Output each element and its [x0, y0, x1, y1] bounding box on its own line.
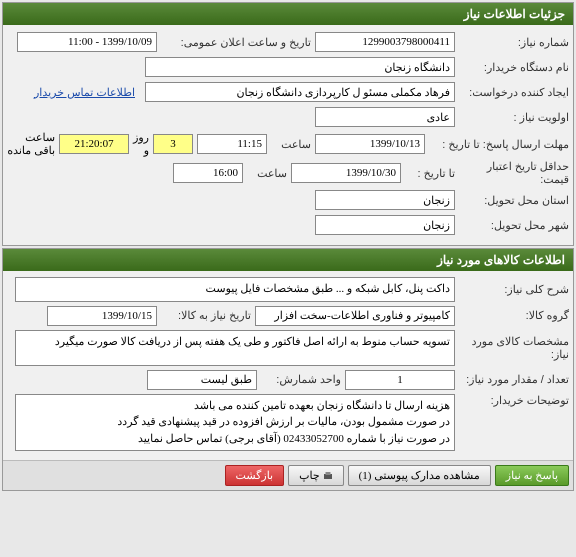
field-unit[interactable] [147, 370, 257, 390]
label-todate: تا تاریخ : [405, 167, 455, 180]
field-deadline-date[interactable] [315, 134, 425, 154]
label-qty: تعداد / مقدار مورد نیاز: [459, 373, 569, 386]
label-city: شهر محل تحویل: [459, 219, 569, 232]
print-button[interactable]: چاپ [288, 465, 344, 486]
panel1-header: جزئیات اطلاعات نیاز [3, 3, 573, 25]
row-spec: مشخصات کالای مورد نیاز: تسویه حساب منوط … [7, 330, 569, 366]
field-valid-time[interactable] [173, 163, 243, 183]
field-priority[interactable] [315, 107, 455, 127]
label-priority: اولویت نیاز : [459, 111, 569, 124]
field-remain-days [153, 134, 193, 154]
back-label: بازگشت [236, 469, 274, 482]
panel2-header: اطلاعات کالاهای مورد نیاز [3, 249, 573, 271]
row-buyerdesc: توضیحات خریدار: هزینه ارسال تا دانشگاه ز… [7, 394, 569, 452]
field-buyerdesc[interactable]: هزینه ارسال تا دانشگاه زنجان بعهده تامین… [15, 394, 455, 452]
field-city[interactable] [315, 215, 455, 235]
field-remain-time [59, 134, 129, 154]
label-unit: واحد شمارش: [261, 373, 341, 386]
row-qty: تعداد / مقدار مورد نیاز: واحد شمارش: [7, 369, 569, 391]
back-button[interactable]: بازگشت [225, 465, 285, 486]
label-pubdate: تاریخ و ساعت اعلان عمومی: [161, 36, 311, 49]
row-desc: شرح کلی نیاز: داکت پنل، کابل شبکه و ... … [7, 277, 569, 302]
contact-link[interactable]: اطلاعات تماس خریدار [34, 86, 135, 99]
attachments-button[interactable]: مشاهده مدارک پیوستی (1) [348, 465, 491, 486]
button-row: پاسخ به نیاز مشاهده مدارک پیوستی (1) چاپ… [3, 460, 573, 490]
field-creator[interactable] [145, 82, 455, 102]
label-buyerdesc: توضیحات خریدار: [459, 394, 569, 407]
attach-label: مشاهده مدارک پیوستی (1) [359, 469, 480, 482]
field-qty[interactable] [345, 370, 455, 390]
field-spec[interactable]: تسویه حساب منوط به ارائه اصل فاکتور و طی… [15, 330, 455, 366]
label-creator: ایجاد کننده درخواست: [459, 86, 569, 99]
label-validuntil: حداقل تاریخ اعتبار قیمت: [459, 160, 569, 186]
label-hour2: ساعت [247, 167, 287, 180]
panel2-body: شرح کلی نیاز: داکت پنل، کابل شبکه و ... … [3, 271, 573, 460]
field-desc[interactable]: داکت پنل، کابل شبکه و ... طبق مشخصات فای… [15, 277, 455, 302]
respond-button[interactable]: پاسخ به نیاز [495, 465, 569, 486]
row-deadline: مهلت ارسال پاسخ: تا تاریخ : ساعت روز و س… [7, 131, 569, 157]
row-city: شهر محل تحویل: [7, 214, 569, 236]
label-remain: ساعت باقی مانده [7, 131, 55, 157]
field-needdate[interactable] [47, 306, 157, 326]
row-province: استان محل تحویل: [7, 189, 569, 211]
panel1-body: شماره نیاز: تاریخ و ساعت اعلان عمومی: نا… [3, 25, 573, 245]
label-desc: شرح کلی نیاز: [459, 283, 569, 296]
row-validuntil: حداقل تاریخ اعتبار قیمت: تا تاریخ : ساعت [7, 160, 569, 186]
row-reqno: شماره نیاز: تاریخ و ساعت اعلان عمومی: [7, 31, 569, 53]
label-reqno: شماره نیاز: [459, 36, 569, 49]
goods-panel: اطلاعات کالاهای مورد نیاز شرح کلی نیاز: … [2, 248, 574, 491]
row-group: گروه کالا: تاریخ نیاز به کالا: [7, 305, 569, 327]
field-group[interactable] [255, 306, 455, 326]
print-label: چاپ [299, 469, 320, 482]
label-group: گروه کالا: [459, 309, 569, 322]
label-province: استان محل تحویل: [459, 194, 569, 207]
label-needdate: تاریخ نیاز به کالا: [161, 309, 251, 322]
label-spec: مشخصات کالای مورد نیاز: [459, 335, 569, 361]
row-buyer: نام دستگاه خریدار: [7, 56, 569, 78]
field-province[interactable] [315, 190, 455, 210]
field-reqno[interactable] [315, 32, 455, 52]
row-creator: ایجاد کننده درخواست: اطلاعات تماس خریدار [7, 81, 569, 103]
respond-label: پاسخ به نیاز [506, 469, 558, 482]
field-pubdate[interactable] [17, 32, 157, 52]
row-priority: اولویت نیاز : [7, 106, 569, 128]
label-day: روز و [133, 131, 149, 157]
field-deadline-time[interactable] [197, 134, 267, 154]
print-icon [323, 471, 333, 481]
field-valid-date[interactable] [291, 163, 401, 183]
details-panel: جزئیات اطلاعات نیاز شماره نیاز: تاریخ و … [2, 2, 574, 246]
label-hour1: ساعت [271, 138, 311, 151]
label-deadline: مهلت ارسال پاسخ: تا تاریخ : [429, 138, 569, 151]
field-buyer[interactable] [145, 57, 455, 77]
label-buyer: نام دستگاه خریدار: [459, 61, 569, 74]
